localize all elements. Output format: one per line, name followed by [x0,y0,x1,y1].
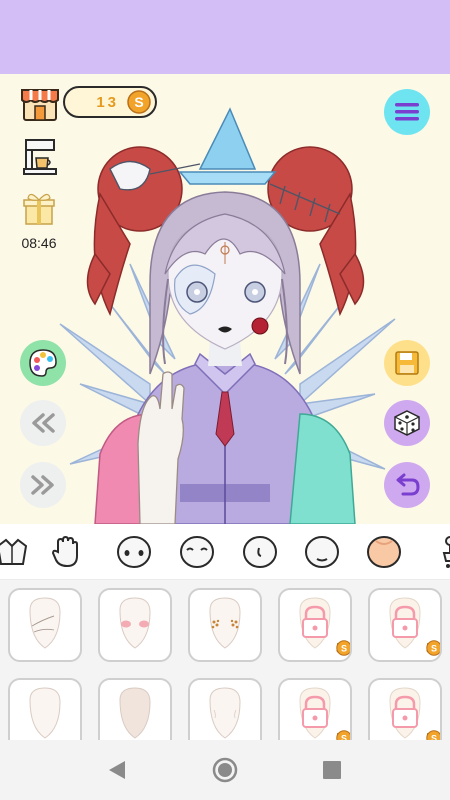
category-face-mouth[interactable] [302,532,342,572]
face-blank-icon [117,536,151,568]
undo-icon [396,473,420,496]
face-freckles-preview [209,597,241,649]
recents-button[interactable] [318,756,346,784]
category-face-nose[interactable] [240,532,280,572]
undo-button[interactable] [384,462,430,508]
color-palette-button[interactable] [20,340,66,386]
shop-icon [21,89,59,121]
shop-button[interactable] [20,82,60,122]
face-plain-1-preview [29,687,61,739]
menu-button[interactable] [384,89,430,135]
random-button[interactable] [384,400,430,446]
item-tile-face-plain-1[interactable] [8,678,82,740]
previous-button[interactable] [20,400,66,446]
double-chevron-left-icon [32,413,55,433]
system-nav-bar [0,740,450,800]
home-circle-icon [212,757,238,783]
app-screen: 13 S 08:46 S S S S [0,0,450,800]
face-scar-preview [29,597,61,649]
avatar-stage [0,74,450,524]
item-tile-face-freckles[interactable] [188,588,262,662]
category-face-blank[interactable] [114,532,154,572]
recents-square-icon [323,761,341,779]
double-chevron-right-icon [31,475,54,495]
svg-text:S: S [341,644,347,654]
category-outfit[interactable] [0,532,32,572]
accessory-icon [442,536,450,568]
coin-balance[interactable]: 13 S [63,86,157,118]
coin-icon: S [127,90,151,114]
item-tile-face-plain-3[interactable] [188,678,262,740]
palette-icon [29,349,57,377]
face-smile-icon [180,536,214,568]
item-grid: S 5 S 5 [0,580,450,740]
price-tag: S 5 [426,730,440,740]
face-blush-preview [119,597,151,649]
coffee-machine-icon [23,139,57,175]
jacket-icon [0,538,28,565]
category-face-skin[interactable] [364,532,404,572]
item-tile-face-blush[interactable] [98,588,172,662]
face-skin-icon [367,536,401,568]
coin-icon: S [336,730,350,740]
svg-text:S: S [431,644,437,654]
hand-icon [51,536,78,568]
gift-timer: 08:46 [21,235,57,251]
face-mouth-icon [305,536,339,568]
face-nose-icon [243,536,277,568]
category-face-smile[interactable] [177,532,217,572]
item-tile-face-locked-3[interactable]: S 5 [278,678,352,740]
back-triangle-icon [109,761,125,779]
coin-icon: S [426,640,440,656]
ad-banner[interactable] [0,0,450,74]
coin-icon: S [426,730,440,740]
next-button[interactable] [20,462,66,508]
coffee-machine-button[interactable] [20,136,60,176]
coin-count: 13 [96,93,119,111]
coin-symbol: S [134,94,143,110]
home-button[interactable] [211,756,239,784]
price-tag: S 5 [336,640,350,656]
save-button[interactable] [384,340,430,386]
face-plain-3-preview [209,687,241,739]
back-button[interactable] [103,756,131,784]
item-tile-face-locked-2[interactable]: S 5 [368,588,442,662]
price-tag: S 5 [336,730,350,740]
dice-icon [394,410,420,436]
category-accessory[interactable] [426,532,450,572]
item-tile-face-scar[interactable] [8,588,82,662]
item-tile-face-locked-1[interactable]: S 5 [278,588,352,662]
avatar-illustration [59,107,396,524]
price-tag: S 5 [426,640,440,656]
gift-icon [23,193,55,225]
category-bar [0,524,450,580]
hamburger-icon [395,103,419,121]
item-tile-face-plain-2[interactable] [98,678,172,740]
face-plain-2-preview [119,687,151,739]
item-tile-face-locked-4[interactable]: S 5 [368,678,442,740]
coin-icon: S [336,640,350,656]
gift-button[interactable] [22,190,56,226]
category-hand[interactable] [46,532,86,572]
floppy-disk-icon [395,351,419,375]
